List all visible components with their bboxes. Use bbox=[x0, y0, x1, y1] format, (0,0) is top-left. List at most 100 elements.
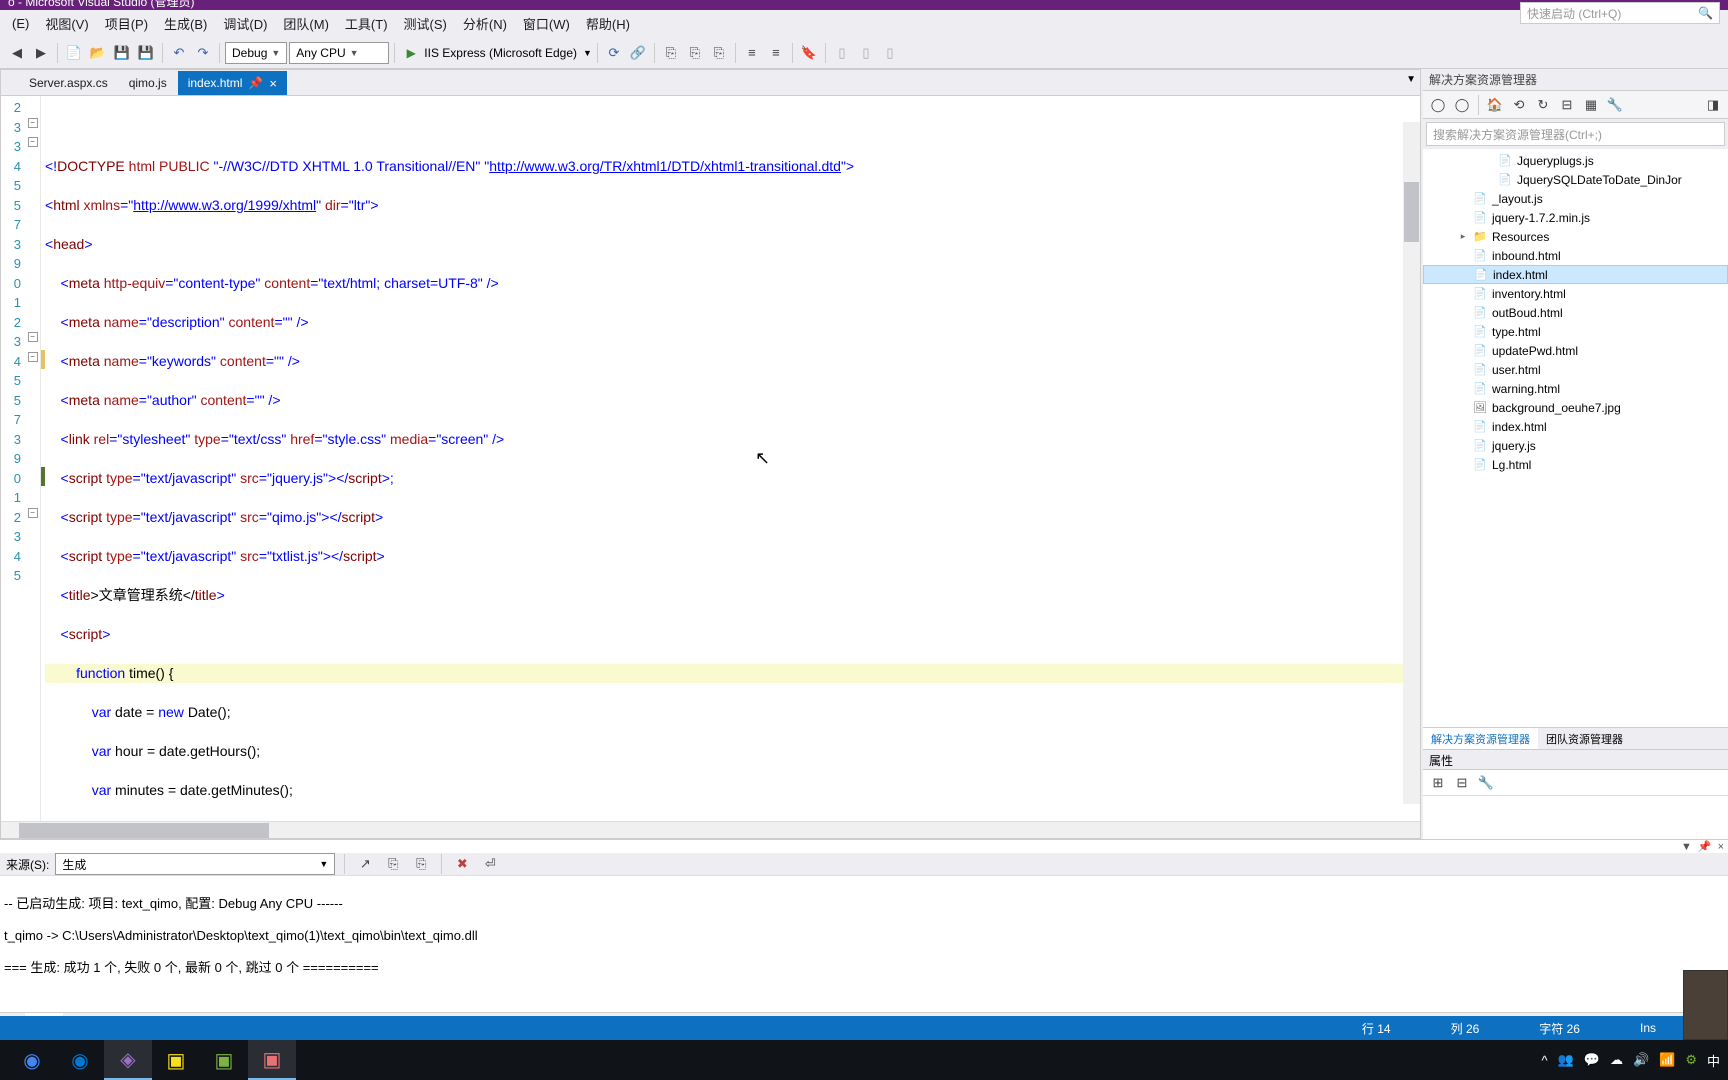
refresh-icon[interactable]: ⟳ bbox=[603, 42, 625, 64]
collapse-icon[interactable]: ⊟ bbox=[1556, 94, 1578, 116]
tree-item-_layout-js[interactable]: 📄_layout.js bbox=[1423, 189, 1728, 208]
undo-icon[interactable]: ↶ bbox=[168, 42, 190, 64]
horizontal-scrollbar[interactable] bbox=[1, 821, 1420, 838]
browser-link-icon[interactable]: 🔗 bbox=[627, 42, 649, 64]
tool-icon-1[interactable]: ⎘ bbox=[660, 42, 682, 64]
run-button[interactable]: ▶ bbox=[400, 42, 422, 64]
tree-item-Resources[interactable]: ▸📁Resources bbox=[1423, 227, 1728, 246]
taskbar-app[interactable]: ▣ bbox=[248, 1040, 296, 1080]
next-icon[interactable]: ⎘ bbox=[410, 853, 432, 875]
menu-analyze[interactable]: 分析(N) bbox=[455, 10, 515, 37]
tab-team-explorer[interactable]: 团队资源管理器 bbox=[1538, 728, 1631, 749]
home-icon[interactable]: 🏠 bbox=[1484, 94, 1506, 116]
tab-qimo-js[interactable]: qimo.js bbox=[119, 71, 177, 95]
menu-build[interactable]: 生成(B) bbox=[156, 10, 215, 37]
close-icon[interactable]: × bbox=[1718, 841, 1724, 853]
close-icon[interactable]: × bbox=[269, 76, 277, 91]
back-icon[interactable]: ◀ bbox=[6, 42, 28, 64]
taskbar-chrome[interactable]: ◉ bbox=[8, 1040, 56, 1080]
tree-item-jquery-js[interactable]: 📄jquery.js bbox=[1423, 436, 1728, 455]
tray-chevron-icon[interactable]: ^ bbox=[1541, 1053, 1547, 1068]
tab-server-aspx[interactable]: Server.aspx.cs bbox=[19, 71, 118, 95]
menu-window[interactable]: 窗口(W) bbox=[515, 10, 578, 37]
dropdown-icon[interactable]: ▼ bbox=[1681, 841, 1692, 853]
tray-volume-icon[interactable]: 🔊 bbox=[1633, 1052, 1649, 1068]
solution-tree[interactable]: 📄Jqueryplugs.js📄JquerySQLDateToDate_DinJ… bbox=[1423, 149, 1728, 727]
forward-icon[interactable]: ▶ bbox=[30, 42, 52, 64]
tree-item-type-html[interactable]: 📄type.html bbox=[1423, 322, 1728, 341]
tool-icon-2[interactable]: ⎘ bbox=[684, 42, 706, 64]
tree-item-outBoud-html[interactable]: 📄outBoud.html bbox=[1423, 303, 1728, 322]
new-file-icon[interactable]: 📄 bbox=[63, 42, 85, 64]
menu-view[interactable]: 视图(V) bbox=[37, 10, 96, 37]
format-icon[interactable]: ▯ bbox=[879, 42, 901, 64]
prev-icon[interactable]: ⎘ bbox=[382, 853, 404, 875]
config-dropdown[interactable]: Debug▼ bbox=[225, 42, 287, 64]
indent-icon[interactable]: ≡ bbox=[741, 42, 763, 64]
output-content[interactable]: -- 已启动生成: 项目: text_qimo, 配置: Debug Any C… bbox=[0, 876, 1728, 1012]
tab-solution-explorer[interactable]: 解决方案资源管理器 bbox=[1423, 728, 1538, 749]
menu-edit[interactable]: (E) bbox=[4, 12, 37, 35]
menu-project[interactable]: 项目(P) bbox=[97, 10, 156, 37]
preview-icon[interactable]: ◨ bbox=[1702, 94, 1724, 116]
categorize-icon[interactable]: ⊞ bbox=[1427, 772, 1449, 794]
tree-item-JquerySQLDateToDate_DinJor[interactable]: 📄JquerySQLDateToDate_DinJor bbox=[1423, 170, 1728, 189]
tree-item-index-html[interactable]: 📄index.html bbox=[1423, 265, 1728, 284]
system-tray[interactable]: ^ 👥 💬 ☁ 🔊 📶 ⚙ 中 bbox=[1541, 1051, 1720, 1070]
tree-item-updatePwd-html[interactable]: 📄updatePwd.html bbox=[1423, 341, 1728, 360]
taskbar-camtasia[interactable]: ▣ bbox=[200, 1040, 248, 1080]
output-source-dropdown[interactable]: 生成▼ bbox=[55, 853, 335, 875]
taskbar-edge[interactable]: ◉ bbox=[56, 1040, 104, 1080]
bookmark-icon[interactable]: 🔖 bbox=[798, 42, 820, 64]
tray-ime-icon[interactable]: 中 bbox=[1707, 1051, 1720, 1070]
tray-wechat-icon[interactable]: 💬 bbox=[1584, 1052, 1600, 1068]
pin-icon[interactable]: 📌 bbox=[1698, 840, 1712, 853]
fold-icon[interactable]: − bbox=[28, 508, 38, 518]
code-editor[interactable]: 2334557390123455739012345 − − − − − <!DO… bbox=[1, 96, 1420, 821]
taskbar-pycharm[interactable]: ▣ bbox=[152, 1040, 200, 1080]
tray-cloud-icon[interactable]: ☁ bbox=[1610, 1052, 1623, 1068]
uncomment-icon[interactable]: ▯ bbox=[855, 42, 877, 64]
redo-icon[interactable]: ↷ bbox=[192, 42, 214, 64]
tab-index-html[interactable]: index.html📌× bbox=[178, 71, 287, 95]
tray-network-icon[interactable]: 📶 bbox=[1659, 1052, 1675, 1068]
taskbar-visual-studio[interactable]: ◈ bbox=[104, 1040, 152, 1080]
run-target[interactable]: IIS Express (Microsoft Edge) bbox=[424, 46, 581, 60]
vertical-scrollbar[interactable] bbox=[1403, 122, 1420, 804]
wrench-icon[interactable]: 🔧 bbox=[1475, 772, 1497, 794]
tree-item-inventory-html[interactable]: 📄inventory.html bbox=[1423, 284, 1728, 303]
tab-overflow-icon[interactable]: ▼ bbox=[1406, 74, 1416, 85]
tree-item-user-html[interactable]: 📄user.html bbox=[1423, 360, 1728, 379]
tree-item-background_oeuhe7-jpg[interactable]: 🖼background_oeuhe7.jpg bbox=[1423, 398, 1728, 417]
wrap-icon[interactable]: ⏎ bbox=[479, 853, 501, 875]
save-all-icon[interactable]: 💾 bbox=[135, 42, 157, 64]
tray-settings-icon[interactable]: ⚙ bbox=[1685, 1052, 1697, 1068]
tree-item-jquery-1-7-2-min-js[interactable]: 📄jquery-1.7.2.min.js bbox=[1423, 208, 1728, 227]
comment-icon[interactable]: ▯ bbox=[831, 42, 853, 64]
show-all-icon[interactable]: ▦ bbox=[1580, 94, 1602, 116]
fold-icon[interactable]: − bbox=[28, 352, 38, 362]
fold-icon[interactable]: − bbox=[28, 118, 38, 128]
tree-item-warning-html[interactable]: 📄warning.html bbox=[1423, 379, 1728, 398]
properties-icon[interactable]: 🔧 bbox=[1604, 94, 1626, 116]
menu-help[interactable]: 帮助(H) bbox=[578, 10, 638, 37]
sync-icon[interactable]: ⟲ bbox=[1508, 94, 1530, 116]
pin-icon[interactable]: 📌 bbox=[248, 76, 263, 90]
solution-search-input[interactable]: 搜索解决方案资源管理器(Ctrl+;) bbox=[1426, 122, 1725, 146]
outdent-icon[interactable]: ≡ bbox=[765, 42, 787, 64]
menu-tools[interactable]: 工具(T) bbox=[337, 10, 396, 37]
forward-icon[interactable]: ◯ bbox=[1451, 94, 1473, 116]
tree-item-Jqueryplugs-js[interactable]: 📄Jqueryplugs.js bbox=[1423, 151, 1728, 170]
save-icon[interactable]: 💾 bbox=[111, 42, 133, 64]
tree-item-index-html[interactable]: 📄index.html bbox=[1423, 417, 1728, 436]
menu-debug[interactable]: 调试(D) bbox=[215, 10, 275, 37]
refresh-icon[interactable]: ↻ bbox=[1532, 94, 1554, 116]
menu-test[interactable]: 测试(S) bbox=[396, 10, 455, 37]
tree-item-inbound-html[interactable]: 📄inbound.html bbox=[1423, 246, 1728, 265]
open-file-icon[interactable]: 📂 bbox=[87, 42, 109, 64]
tray-people-icon[interactable]: 👥 bbox=[1558, 1052, 1574, 1068]
fold-icon[interactable]: − bbox=[28, 332, 38, 342]
quick-launch-input[interactable]: 快速启动 (Ctrl+Q) 🔍 bbox=[1520, 2, 1720, 24]
fold-icon[interactable]: − bbox=[28, 137, 38, 147]
tool-icon-3[interactable]: ⎘ bbox=[708, 42, 730, 64]
